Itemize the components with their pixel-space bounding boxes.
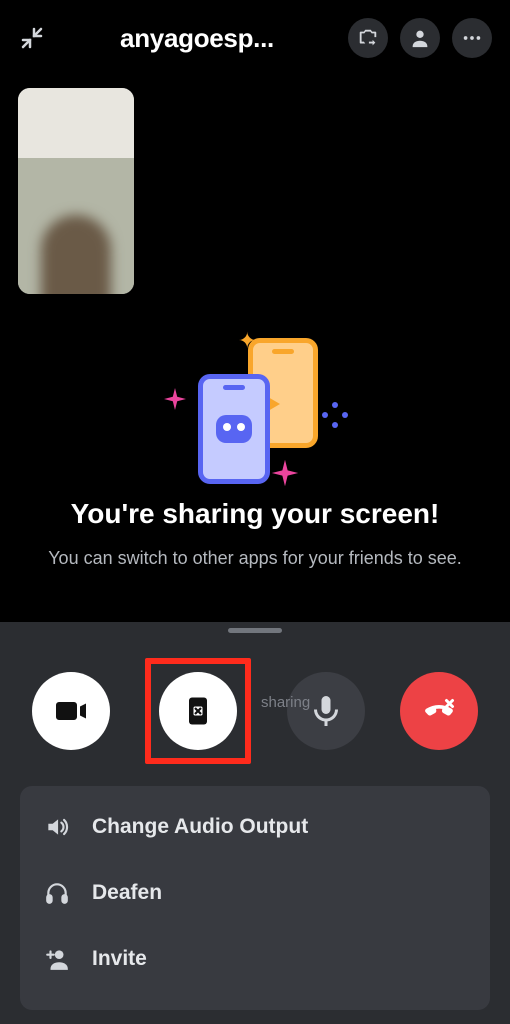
microphone-icon bbox=[308, 693, 344, 729]
discord-face-icon bbox=[216, 415, 252, 443]
collapse-icon bbox=[20, 26, 44, 50]
collapse-button[interactable] bbox=[18, 24, 46, 52]
call-bottom-sheet: sharing Change Audio Output Deafen bbox=[0, 622, 510, 1024]
video-icon bbox=[53, 693, 89, 729]
stop-screen-share-button[interactable] bbox=[159, 672, 237, 750]
toggle-mic-button[interactable] bbox=[287, 672, 365, 750]
thumbnail-bg bbox=[18, 88, 134, 158]
more-icon bbox=[461, 27, 483, 49]
thumbnail-bg bbox=[18, 158, 134, 294]
stop-screen-share-icon bbox=[180, 693, 216, 729]
menu-item-label: Change Audio Output bbox=[92, 815, 308, 839]
screen-share-subtitle: You can switch to other apps for your fr… bbox=[36, 545, 474, 571]
person-icon bbox=[409, 27, 431, 49]
menu-item-deafen[interactable]: Deafen bbox=[20, 860, 490, 926]
sparkle-icon bbox=[272, 460, 298, 486]
menu-item-invite[interactable]: Invite bbox=[20, 926, 490, 992]
self-video-thumbnail[interactable] bbox=[18, 88, 134, 294]
screen-share-message: You're sharing your screen! You can swit… bbox=[0, 496, 510, 571]
members-button[interactable] bbox=[400, 18, 440, 58]
sparkle-icon bbox=[322, 402, 348, 428]
speaker-icon bbox=[42, 814, 72, 840]
more-button[interactable] bbox=[452, 18, 492, 58]
phone-front-icon bbox=[198, 374, 270, 484]
menu-item-label: Deafen bbox=[92, 881, 162, 905]
screen-share-illustration: ✦ bbox=[160, 332, 350, 492]
menu-item-label: Invite bbox=[92, 947, 147, 971]
hangup-icon bbox=[421, 693, 457, 729]
hangup-button[interactable] bbox=[400, 672, 478, 750]
tutorial-highlight bbox=[145, 658, 251, 764]
menu-item-audio-output[interactable]: Change Audio Output bbox=[20, 794, 490, 860]
call-options-menu: Change Audio Output Deafen Invite bbox=[20, 786, 490, 1010]
sparkle-icon bbox=[164, 388, 186, 410]
call-topbar: anyagoesp... bbox=[0, 0, 510, 72]
swap-camera-icon bbox=[357, 27, 379, 49]
sheet-drag-handle[interactable] bbox=[228, 628, 282, 633]
headphones-icon bbox=[42, 880, 72, 906]
screen-share-title: You're sharing your screen! bbox=[36, 496, 474, 531]
invite-icon bbox=[42, 946, 72, 972]
call-title: anyagoesp... bbox=[58, 23, 336, 54]
toggle-video-button[interactable] bbox=[32, 672, 110, 750]
swap-camera-button[interactable] bbox=[348, 18, 388, 58]
call-controls: sharing bbox=[14, 640, 496, 786]
